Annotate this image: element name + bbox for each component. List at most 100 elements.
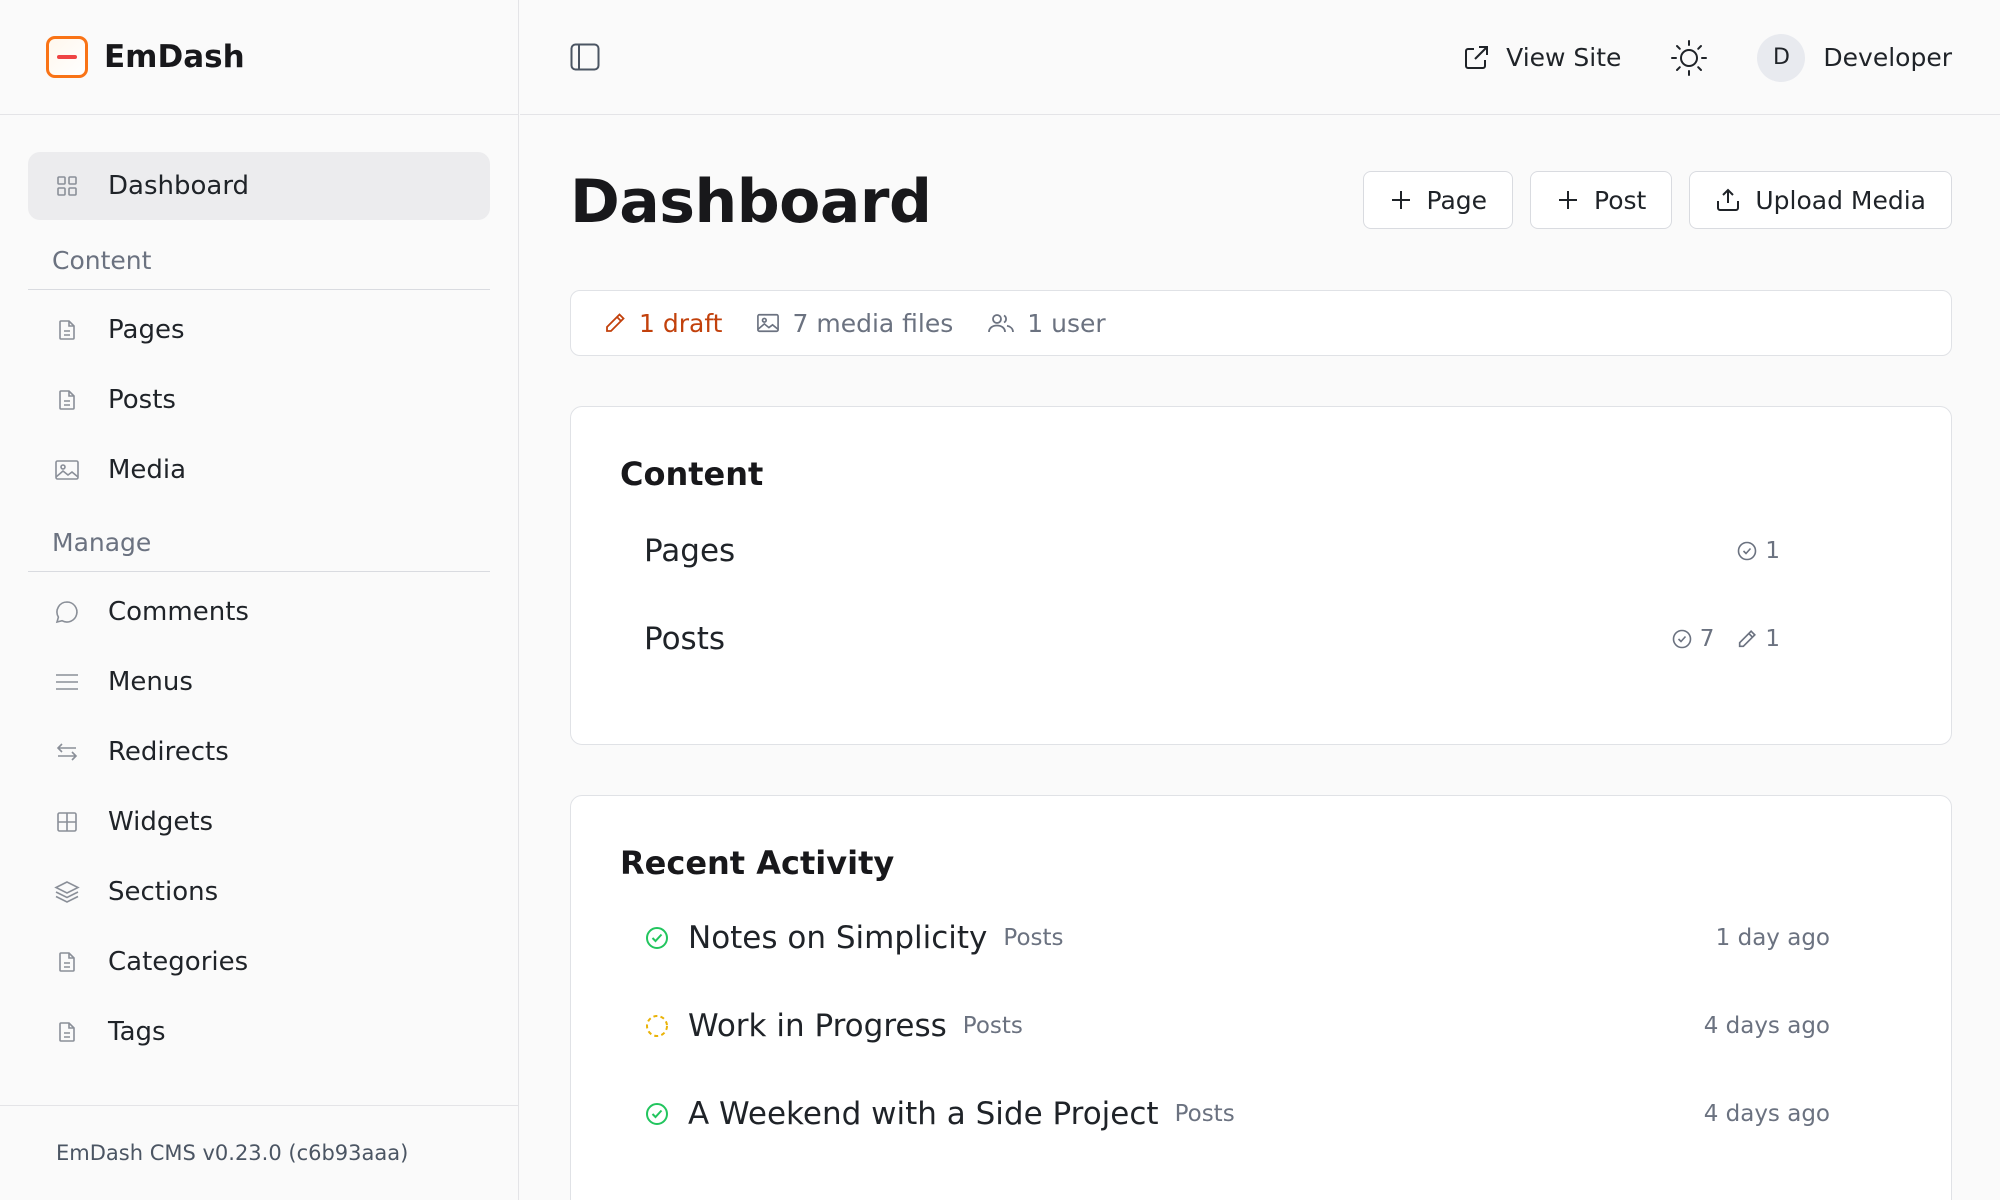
emdash-logo-icon [46, 36, 88, 78]
drafts-stat[interactable]: 1 draft [603, 309, 722, 338]
menu-icon [54, 669, 80, 695]
new-post-label: Post [1594, 185, 1647, 215]
pencil-icon [606, 313, 625, 332]
sidebar-item-label: Posts [108, 385, 176, 415]
brand[interactable]: EmDash [0, 0, 518, 115]
sidebar-item-label: Media [108, 455, 187, 485]
stats-bar: 1 draft 7 media files 1 user [570, 290, 1952, 356]
sidebar-item-label: Dashboard [108, 171, 250, 201]
dashboard-grid-icon [54, 173, 80, 199]
file-icon [54, 317, 80, 343]
view-site-label: View Site [1506, 43, 1622, 72]
content-row-posts[interactable]: Posts 7 1 [620, 595, 1902, 683]
media-stat-label: 7 media files [792, 308, 954, 338]
upload-media-label: Upload Media [1755, 185, 1926, 215]
image-icon [757, 313, 780, 333]
activity-item[interactable]: A Weekend with a Side Project Posts 4 da… [620, 1070, 1902, 1158]
version-info: EmDash CMS v0.23.0 (c6b93aaa) [0, 1105, 518, 1200]
sidebar: EmDash Dashboard Content Pages Posts Med… [0, 0, 519, 1200]
sidebar-item-posts[interactable]: Posts [28, 366, 490, 434]
content-type-name: Pages [644, 533, 736, 569]
user-menu[interactable]: D Developer [1757, 33, 1952, 82]
sidebar-item-label: Redirects [108, 737, 229, 767]
sidebar-item-label: Comments [108, 597, 249, 627]
file-icon [54, 387, 80, 413]
published-count: 7 [1671, 626, 1714, 652]
new-page-label: Page [1426, 185, 1488, 215]
users-stat-label: 1 user [1027, 308, 1106, 338]
file-icon [54, 1019, 80, 1045]
new-page-button[interactable]: Page [1362, 171, 1514, 229]
sidebar-item-label: Pages [108, 315, 185, 345]
activity-title: Work in Progress [688, 1008, 947, 1044]
recent-activity-title: Recent Activity [620, 844, 895, 882]
activity-collection: Posts [962, 1013, 1023, 1039]
activity-title: A Weekend with a Side Project [688, 1096, 1159, 1132]
content-card: Content Pages 1 Posts 7 1 [570, 406, 1952, 745]
new-post-button[interactable]: Post [1530, 171, 1673, 229]
plus-icon [1391, 191, 1410, 209]
content-card-title: Content [620, 455, 764, 493]
sidebar-toggle-button[interactable] [570, 43, 600, 71]
sidebar-item-categories[interactable]: Categories [28, 928, 490, 996]
sidebar-item-label: Sections [108, 877, 219, 907]
sidebar-item-sections[interactable]: Sections [28, 858, 490, 926]
image-icon [54, 457, 80, 483]
sidebar-section-content: Content [28, 224, 490, 290]
brand-name: EmDash [104, 39, 245, 75]
users-stat[interactable]: 1 user [987, 308, 1106, 338]
activity-collection: Posts [1174, 1101, 1235, 1127]
published-count: 1 [1736, 538, 1780, 564]
sidebar-item-label: Widgets [108, 807, 214, 837]
recent-activity-card: Recent Activity Notes on Simplicity Post… [570, 795, 1952, 1200]
sidebar-toggle-icon [570, 43, 600, 71]
activity-item[interactable]: Notes on Simplicity Posts 1 day ago [620, 894, 1902, 982]
arrows-icon [54, 739, 80, 765]
main-content: Dashboard Page Post Upload Media 1 draft… [570, 115, 1952, 1200]
user-name: Developer [1823, 43, 1952, 72]
sidebar-item-pages[interactable]: Pages [28, 296, 490, 364]
published-count-value: 1 [1765, 538, 1780, 564]
comment-icon [54, 599, 80, 625]
activity-title: Notes on Simplicity [688, 920, 988, 956]
file-icon [54, 949, 80, 975]
topbar: View Site D Developer [520, 0, 2000, 115]
activity-collection: Posts [1003, 925, 1064, 951]
sun-icon [1671, 39, 1708, 76]
view-site-link[interactable]: View Site [1462, 43, 1621, 72]
external-link-icon [1465, 45, 1489, 69]
sidebar-item-widgets[interactable]: Widgets [28, 788, 490, 856]
activity-time: 1 day ago [1715, 925, 1830, 951]
check-circle-icon [1738, 541, 1757, 561]
sidebar-nav: Dashboard Content Pages Posts Media Mana… [0, 115, 518, 1066]
avatar: D [1757, 33, 1806, 82]
sidebar-item-media[interactable]: Media [28, 436, 490, 504]
sidebar-item-dashboard[interactable]: Dashboard [28, 152, 490, 220]
sidebar-item-redirects[interactable]: Redirects [28, 718, 490, 786]
upload-icon [1717, 188, 1740, 211]
layers-icon [54, 879, 80, 905]
content-row-pages[interactable]: Pages 1 [620, 507, 1902, 595]
sidebar-item-label: Menus [108, 667, 193, 697]
quick-actions: Page Post Upload Media [1346, 171, 1952, 229]
drafts-stat-label: 1 draft [639, 308, 723, 338]
media-stat[interactable]: 7 media files [756, 309, 953, 338]
sidebar-item-label: Tags [108, 1017, 166, 1047]
sidebar-item-menus[interactable]: Menus [28, 648, 490, 716]
activity-time: 4 days ago [1703, 1101, 1830, 1127]
plus-icon [1559, 191, 1578, 209]
content-type-name: Posts [644, 621, 726, 657]
published-status-icon [644, 925, 670, 951]
sidebar-section-manage: Manage [28, 506, 490, 572]
activity-time: 4 days ago [1703, 1013, 1830, 1039]
sidebar-item-comments[interactable]: Comments [28, 578, 490, 646]
page-header: Dashboard Page Post Upload Media [570, 115, 1952, 290]
theme-toggle-button[interactable] [1669, 38, 1709, 78]
page-title: Dashboard [570, 167, 932, 237]
draft-count-value: 1 [1765, 626, 1780, 652]
upload-media-button[interactable]: Upload Media [1689, 171, 1952, 229]
check-circle-icon [1672, 629, 1692, 649]
draft-status-icon [644, 1013, 670, 1039]
sidebar-item-tags[interactable]: Tags [28, 998, 490, 1066]
activity-item[interactable]: Work in Progress Posts 4 days ago [620, 982, 1902, 1070]
